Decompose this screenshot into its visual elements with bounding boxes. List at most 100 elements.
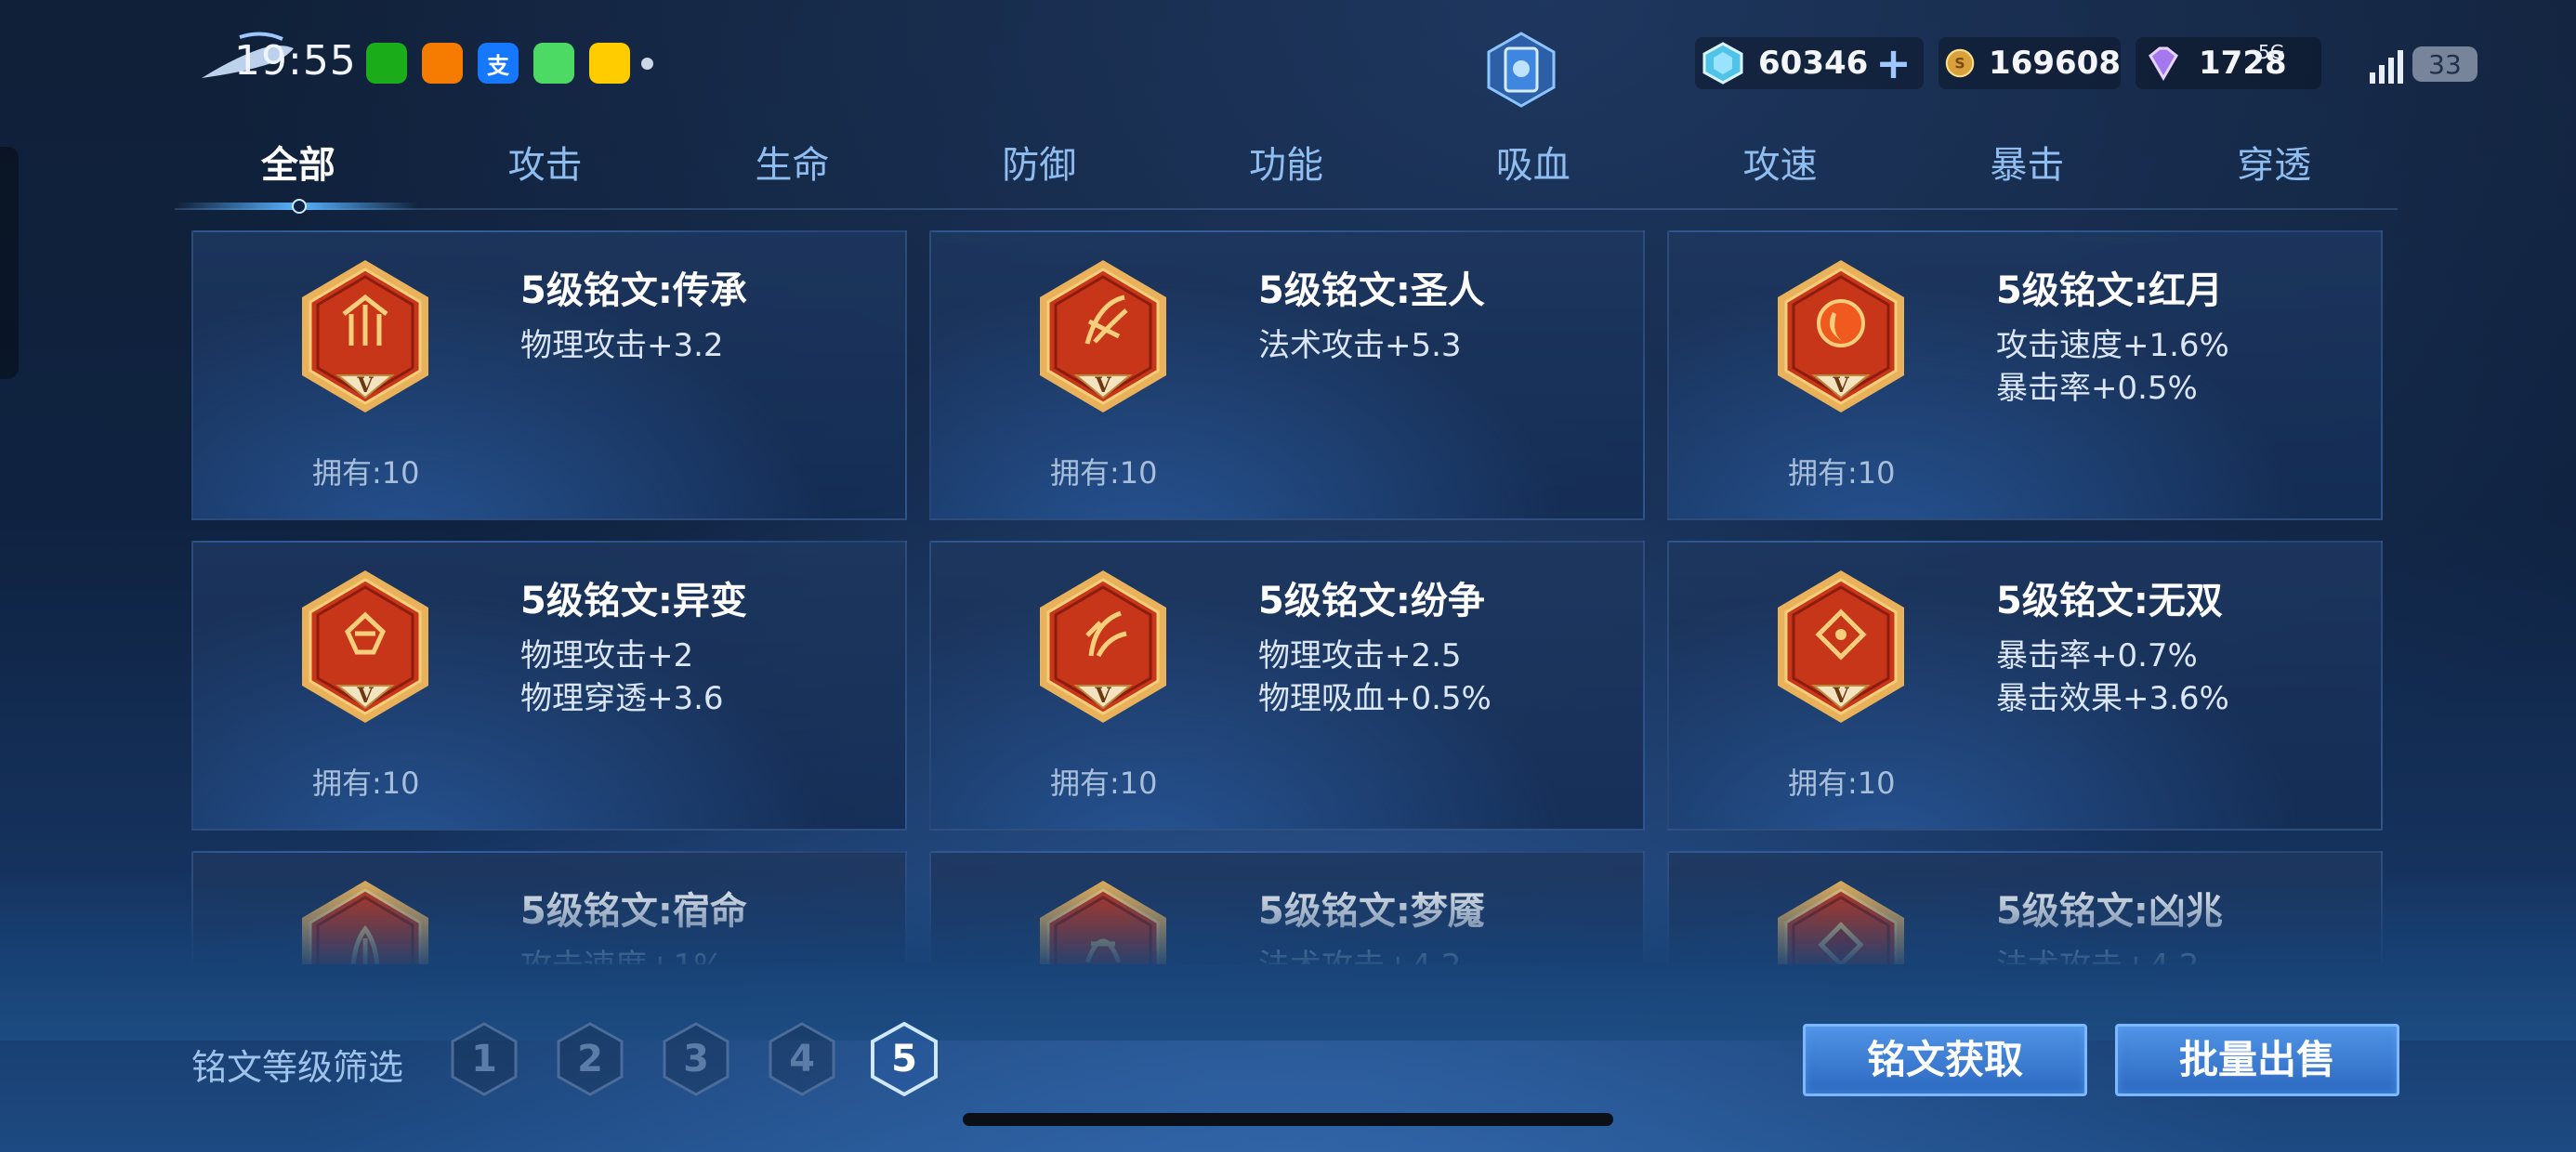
add-gems-icon[interactable]: + [1875, 42, 1912, 85]
level-roman-numeral: V [1094, 373, 1111, 398]
inscription-emblem-icon: V [1040, 881, 1166, 964]
category-tabs: 全部 攻击 生命 防御 功能 吸血 攻速 暴击 穿透 [175, 136, 2398, 210]
inscription-card[interactable]: V 5级铭文:异变物理攻击+2 物理穿透+3.6 拥有:10 [191, 541, 907, 831]
tabs-divider [175, 208, 2398, 210]
notification-icons: 支 [366, 43, 630, 84]
tab-5[interactable]: 吸血 [1410, 136, 1657, 210]
status-time: 19:55 [234, 37, 357, 85]
level-filter-2[interactable]: 2 [554, 1020, 626, 1098]
diamond-icon [2149, 46, 2178, 81]
owned-count: 拥有:10 [312, 455, 420, 491]
battery-level: 33 [2412, 46, 2477, 82]
level-number: 2 [577, 1038, 603, 1080]
inscription-stat-2: 暴击效果+3.6% [1996, 680, 2229, 717]
inscription-card[interactable]: V 5级铭文:圣人法术攻击+5.3 拥有:10 [929, 230, 1645, 520]
coin-count: 169608 [1989, 45, 2121, 82]
network-type: 5G [2258, 41, 2285, 63]
level-filter-3[interactable]: 3 [660, 1020, 732, 1098]
level-filter-1[interactable]: 1 [448, 1020, 520, 1098]
tab-1[interactable]: 攻击 [422, 136, 669, 210]
level-roman-numeral: V [1832, 373, 1849, 398]
inscription-grid: V 5级铭文:传承物理攻击+3.2 拥有:10 V 5级铭文:圣人法术攻击+5.3 拥有:… [191, 230, 2385, 964]
gem-icon [1702, 42, 1743, 85]
level-number: 5 [891, 1038, 917, 1080]
wechat-icon [366, 43, 407, 84]
tab-4[interactable]: 功能 [1163, 136, 1410, 210]
inscription-emblem-icon: V [302, 881, 428, 964]
inscription-stat-2: 物理穿透+3.6 [520, 680, 724, 717]
signal-icon [2370, 43, 2407, 84]
level-number: 1 [471, 1038, 497, 1080]
inscription-title: 5级铭文:宿命 [520, 890, 747, 933]
more-notifications-dot [641, 58, 653, 70]
inscription-title: 5级铭文:梦魇 [1258, 890, 1485, 933]
get-inscription-button[interactable]: 铭文获取 [1803, 1024, 2087, 1096]
tab-8[interactable]: 穿透 [2150, 136, 2398, 210]
owned-count: 拥有:10 [1050, 455, 1158, 491]
messages-icon [533, 43, 574, 84]
gem-balance: 60346 + [1695, 37, 1924, 89]
side-edge-handle [0, 147, 19, 379]
level-filter-5[interactable]: 5 [868, 1020, 940, 1098]
level-roman-numeral: V [1832, 684, 1849, 708]
inscription-stat-1: 法术攻击+5.3 [1258, 327, 1462, 364]
diamond-balance: 1728 [2136, 37, 2321, 89]
inscription-emblem-icon: V [1040, 260, 1166, 412]
inscription-card[interactable]: V 5级铭文:无双暴击率+0.7% 暴击效果+3.6% 拥有:10 [1667, 541, 2383, 831]
level-filter-label: 铭文等级筛选 [191, 1047, 404, 1088]
tab-6[interactable]: 攻速 [1657, 136, 1904, 210]
inscription-title: 5级铭文:纷争 [1258, 580, 1485, 622]
game-app-icon [589, 43, 630, 84]
inscription-card[interactable]: V 5级铭文:传承物理攻击+3.2 拥有:10 [191, 230, 907, 520]
codex-book-icon[interactable] [1481, 30, 1561, 110]
inscription-emblem-icon: V [1778, 881, 1904, 964]
inscription-stat-1: 物理攻击+2 [520, 637, 694, 674]
inscription-emblem-icon: V [302, 260, 428, 412]
inscription-stat-2: 物理吸血+0.5% [1258, 680, 1492, 717]
bulk-sell-button[interactable]: 批量出售 [2115, 1024, 2399, 1096]
inscription-stat-1: 物理攻击+3.2 [520, 327, 724, 364]
inscription-card[interactable]: V 5级铭文:梦魇法术攻击+4.2 [929, 851, 1645, 964]
home-indicator[interactable] [963, 1113, 1613, 1126]
level-number: 3 [683, 1038, 709, 1080]
level-number: 4 [789, 1038, 815, 1080]
inscription-card[interactable]: V 5级铭文:凶兆法术攻击+4.2 [1667, 851, 2383, 964]
level-roman-numeral: V [356, 684, 374, 708]
inscription-stat-1: 法术攻击+4.2 [1996, 940, 2200, 964]
inscription-title: 5级铭文:圣人 [1258, 269, 1485, 312]
inscription-emblem-icon: V [1040, 570, 1166, 723]
inscription-emblem-icon: V [1778, 570, 1904, 723]
inscription-card[interactable]: V 5级铭文:宿命攻击速度+1% [191, 851, 907, 964]
inscription-stat-2: 暴击率+0.5% [1996, 370, 2198, 407]
owned-count: 拥有:10 [1788, 766, 1896, 801]
inscription-title: 5级铭文:异变 [520, 580, 747, 622]
inscription-stat-1: 攻击速度+1.6% [1996, 327, 2229, 364]
active-tab-indicator-dot [292, 199, 307, 214]
inscription-emblem-icon: V [1778, 260, 1904, 412]
inscription-stat-1: 暴击率+0.7% [1996, 637, 2198, 674]
level-filter-4[interactable]: 4 [766, 1020, 838, 1098]
inscription-emblem-icon: V [302, 570, 428, 723]
inscription-stat-1: 攻击速度+1% [520, 940, 723, 964]
gold-coin-icon: S [1945, 48, 1975, 78]
coin-balance: S 169608 [1939, 37, 2121, 89]
alipay-icon: 支 [478, 43, 519, 84]
inscription-card[interactable]: V 5级铭文:纷争物理攻击+2.5 物理吸血+0.5% 拥有:10 [929, 541, 1645, 831]
level-roman-numeral: V [356, 373, 374, 398]
level-roman-numeral: V [1094, 684, 1111, 708]
owned-count: 拥有:10 [312, 766, 420, 801]
gem-count: 60346 [1758, 45, 1869, 82]
tab-7[interactable]: 暴击 [1903, 136, 2150, 210]
tab-2[interactable]: 生命 [669, 136, 916, 210]
owned-count: 拥有:10 [1788, 455, 1896, 491]
reader-icon [422, 43, 463, 84]
inscription-title: 5级铭文:传承 [520, 269, 747, 312]
svg-text:S: S [1954, 56, 1965, 72]
inscription-title: 5级铭文:凶兆 [1996, 890, 2223, 933]
inscription-title: 5级铭文:无双 [1996, 580, 2223, 622]
tab-3[interactable]: 防御 [915, 136, 1163, 210]
owned-count: 拥有:10 [1050, 766, 1158, 801]
inscription-stat-1: 物理攻击+2.5 [1258, 637, 1462, 674]
inscription-title: 5级铭文:红月 [1996, 269, 2223, 312]
inscription-card[interactable]: V 5级铭文:红月攻击速度+1.6% 暴击率+0.5% 拥有:10 [1667, 230, 2383, 520]
